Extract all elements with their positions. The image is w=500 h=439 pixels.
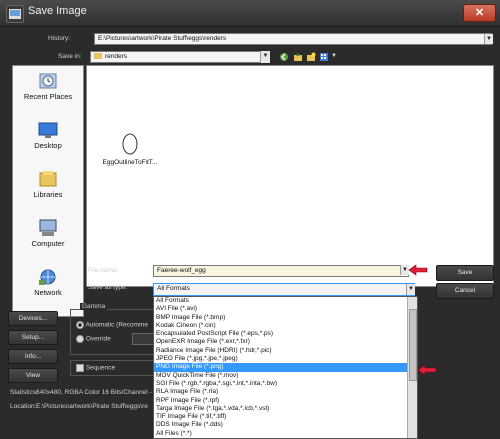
type-option[interactable]: RLA Image File (*.rla) [154,388,417,396]
type-option[interactable]: Kodak Cineon (*.cin) [154,322,417,330]
setup-button[interactable]: Setup... [8,330,58,345]
annotation-arrow-icon [407,264,429,276]
file-item[interactable]: EggOutlineToFitT... [95,130,165,166]
statistics-label: Statistics: [10,389,38,396]
type-option[interactable]: JPEG File (*.jpg,*.jpe,*.jpeg) [154,355,417,363]
save-in-dropdown[interactable]: renders [90,51,268,63]
history-label: History: [48,35,71,42]
place-label: Desktop [34,141,62,150]
recent-places-icon [37,72,59,90]
type-options: All Formats AVI File (*.avi) BMP Image Fil… [154,297,417,438]
network-icon [37,268,59,286]
type-option[interactable]: Targa Image File (*.tga,*.vda,*.icb,*.vs… [154,405,417,413]
statistics-value: 640x480, RGBA Color 16 Bits/Channel - [36,389,152,396]
save-button[interactable]: Save [436,265,494,281]
desktop-icon [37,121,59,139]
type-option[interactable]: TIF Image File (*.tif,*.tiff) [154,413,417,421]
gamma-automatic-radio[interactable]: Automatic (Recomme [76,321,148,329]
devices-button[interactable]: Devices... [8,311,58,326]
gamma-group [70,309,156,355]
save-as-type-options-list[interactable]: All Formats AVI File (*.avi) BMP Image Fil… [153,296,418,439]
checkbox-icon [76,364,84,372]
place-label: Libraries [33,190,63,199]
libraries-icon [37,170,59,188]
type-option[interactable]: MOV QuickTime File (*.mov) [154,372,417,380]
chevron-down-icon[interactable]: ▼ [406,284,415,295]
gamma-automatic-label: Automatic (Recomme [85,321,148,329]
new-folder-icon[interactable] [306,52,316,62]
gamma-override-label: Override [85,335,111,343]
sequence-label: Sequence [85,364,116,372]
place-label: Network [34,288,62,297]
view-menu-icon[interactable] [319,52,329,62]
place-label: Computer [31,239,65,248]
type-option[interactable]: AVI File (*.avi) [154,305,417,313]
radio-selected-icon [76,321,84,329]
window-title: Save Image [28,5,87,17]
chevron-down-icon[interactable]: ▼ [260,51,270,63]
title-bar: Save Image ✕ [0,0,500,27]
gamma-label: Gamma [80,303,108,310]
history-dropdown[interactable]: E:\Pictures\artwork\Pirate Stuff\eggs\re… [94,33,492,45]
type-option[interactable]: Encapsulated PostScript File (*.eps,*.ps… [154,330,417,338]
place-desktop[interactable]: Desktop [13,121,83,150]
chevron-down-icon[interactable]: ▼ [484,34,493,44]
gamma-override-radio[interactable]: Override [76,335,111,343]
annotation-arrow-icon [416,364,438,376]
place-recent-places[interactable]: Recent Places [13,72,83,101]
file-name-label: EggOutlineToFitT... [102,159,158,166]
file-name-input[interactable]: Faeree-wolf_egg [153,265,409,277]
location-label: Location: [10,403,37,410]
computer-icon [37,219,59,237]
place-libraries[interactable]: Libraries [13,170,83,199]
cancel-button[interactable]: Cancel [436,283,494,299]
close-button[interactable]: ✕ [463,4,496,22]
save-image-dialog: History: E:\Pictures\artwork\Pirate Stuf… [4,27,496,439]
places-bar: Recent Places Desktop Libraries Computer… [12,65,84,317]
type-option[interactable]: SGI File (*.rgb,*.rgba,*.sgi,*.int,*.int… [154,380,417,388]
image-file-icon [119,130,141,156]
file-name-label: File name: [88,267,119,274]
folder-icon [94,53,102,60]
type-option[interactable]: BMP Image File (*.bmp) [154,314,417,322]
type-option[interactable]: DDS Image File (*.dds) [154,421,417,429]
place-label: Recent Places [23,92,73,101]
location-value: E:\Pictures\artwork\Pirate Stuff\eggs\re [36,403,148,410]
type-option[interactable]: Radiance Image File (HDRI) (*.hdr,*.pic) [154,347,417,355]
sequence-checkbox[interactable]: Sequence [76,364,115,372]
back-icon[interactable] [279,52,289,62]
type-option[interactable]: All Formats [154,297,417,305]
place-network[interactable]: Network [13,268,83,297]
place-computer[interactable]: Computer [13,219,83,248]
view-button[interactable]: View [8,368,58,383]
app-icon [6,5,24,23]
up-folder-icon[interactable] [293,52,303,62]
type-option[interactable]: OpenEXR Image File (*.exr,*.fxr) [154,338,417,346]
type-option[interactable]: RPF Image File (*.rpf) [154,397,417,405]
type-option[interactable]: PNG Image File (*.png) [154,363,417,372]
info-button[interactable]: Info... [8,349,58,364]
save-in-value: renders [105,53,128,60]
save-in-label: Save in: [58,53,82,60]
radio-icon [76,335,84,343]
save-as-type-dropdown[interactable]: All Formats [153,283,415,296]
chevron-down-icon[interactable]: ▼ [331,53,337,59]
save-as-type-label: Save as type: [88,284,128,291]
file-list[interactable]: EggOutlineToFitT... [86,65,494,287]
